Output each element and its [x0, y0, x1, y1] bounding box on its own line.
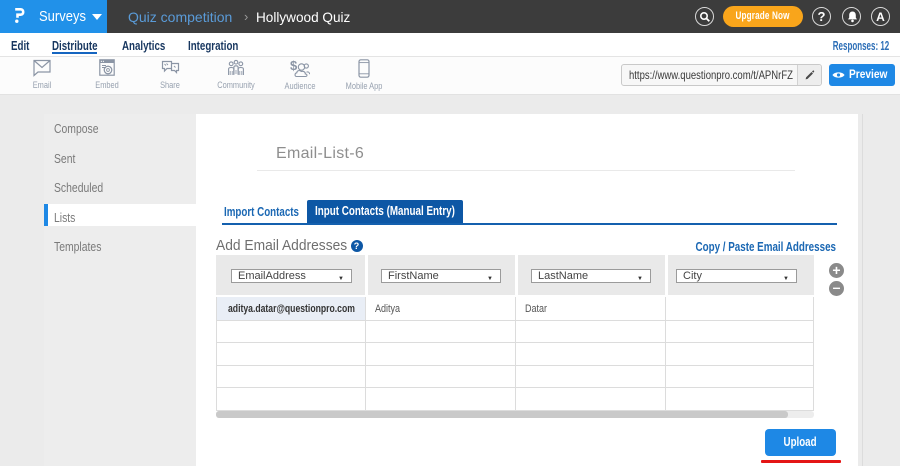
svg-text:$: $: [290, 59, 298, 73]
